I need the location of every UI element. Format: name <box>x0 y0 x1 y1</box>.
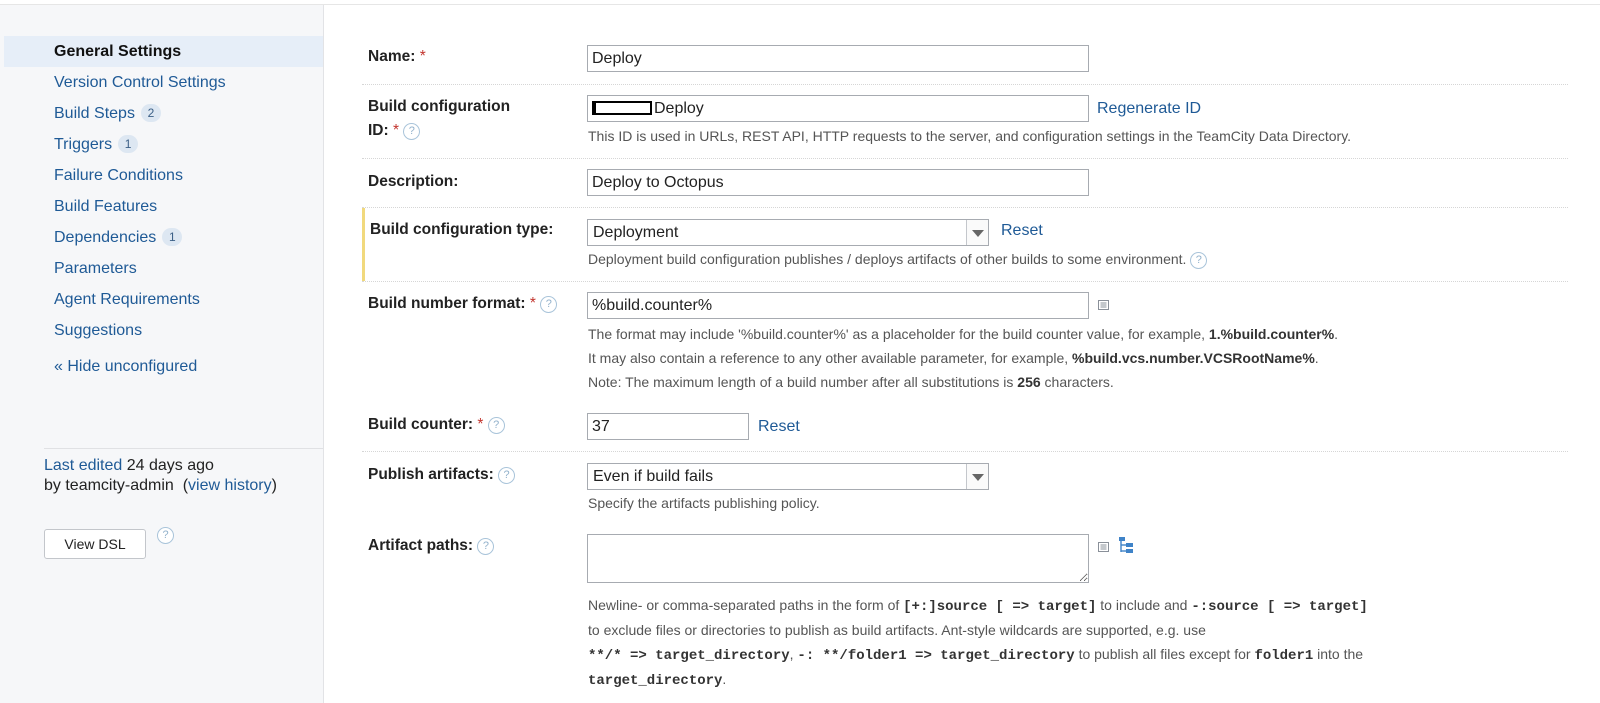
reset-type-link[interactable]: Reset <box>1001 219 1043 243</box>
description-row: Description: <box>362 159 1568 208</box>
close-paren: ) <box>271 477 277 494</box>
sidebar-item-label: Parameters <box>54 260 137 277</box>
config-type-note: Deployment build configuration publishes… <box>588 247 1208 271</box>
description-input[interactable] <box>587 169 1089 196</box>
artifact-paths-row: Artifact paths: ? Newline- or comma-sepa… <box>362 523 1568 703</box>
build-number-note-1: The format may include '%build.counter%'… <box>588 326 1339 342</box>
last-edited-time: 24 days ago <box>126 457 214 474</box>
list-icon[interactable] <box>1098 300 1109 310</box>
required-marker: * <box>392 122 400 139</box>
build-id-note: This ID is used in URLs, REST API, HTTP … <box>588 128 1352 144</box>
sidebar-item-suggestions[interactable]: Suggestions <box>4 315 323 346</box>
sidebar-item-label: Dependencies <box>54 229 157 246</box>
count-badge: 1 <box>162 228 183 246</box>
artifact-paths-textarea[interactable] <box>587 534 1089 583</box>
publish-artifacts-select[interactable]: Even if build fails <box>587 463 989 490</box>
sidebar-item-triggers[interactable]: Triggers 1 <box>4 129 323 160</box>
sidebar-item-label: Version Control Settings <box>54 74 226 91</box>
publish-artifacts-note: Specify the artifacts publishing policy. <box>588 495 820 511</box>
artifact-paths-note-3: **/* => target_directory, -: **/folder1 … <box>588 646 1364 664</box>
required-marker: * <box>477 416 484 433</box>
sidebar-item-dependencies[interactable]: Dependencies 1 <box>4 222 323 253</box>
publish-artifacts-row: Publish artifacts: ? Even if build fails… <box>362 452 1568 522</box>
artifact-paths-note-1: Newline- or comma-separated paths in the… <box>588 597 1368 615</box>
chevron-down-icon <box>966 220 988 245</box>
edited-by: by teamcity-admin <box>44 477 174 494</box>
artifact-paths-note-2: to exclude files or directories to publi… <box>588 622 1206 638</box>
sidebar-item-failure-conditions[interactable]: Failure Conditions <box>4 160 323 191</box>
name-label: Name: * <box>368 48 426 65</box>
build-number-input[interactable] <box>587 292 1089 319</box>
count-badge: 2 <box>140 104 161 122</box>
file-tree-icon[interactable] <box>1118 536 1135 555</box>
sidebar-item-label: General Settings <box>54 43 182 60</box>
name-input[interactable] <box>587 45 1089 72</box>
last-edited-info: Last edited 24 days ago by teamcity-admi… <box>44 456 277 496</box>
build-number-label: Build number format: * ? <box>368 292 558 316</box>
required-marker: * <box>529 295 536 312</box>
sidebar-item-agent-requirements[interactable]: Agent Requirements <box>4 284 323 315</box>
sidebar-item-label: Triggers <box>54 136 113 153</box>
help-icon[interactable]: ? <box>498 467 516 484</box>
build-id-input[interactable]: Deploy <box>587 95 1089 122</box>
view-dsl-button[interactable]: View DSL <box>44 529 146 559</box>
required-marker: * <box>419 48 426 65</box>
build-number-row: Build number format: * ? The format may … <box>362 282 1568 402</box>
last-edited-link[interactable]: Last edited <box>44 457 122 474</box>
build-id-label: Build configuration ID: * ? <box>368 98 511 140</box>
build-number-note-2: It may also contain a reference to any o… <box>588 350 1319 366</box>
chevron-down-icon <box>966 464 988 489</box>
sidebar-item-general-settings[interactable]: General Settings <box>4 36 323 67</box>
sidebar-item-label: Failure Conditions <box>54 167 183 184</box>
count-badge: 1 <box>118 135 139 153</box>
build-counter-row: Build counter: * ? Reset <box>362 403 1568 452</box>
config-type-row: Build configuration type: Deployment Res… <box>362 208 1568 282</box>
hide-unconfigured-link[interactable]: « Hide unconfigured <box>54 358 197 376</box>
help-icon[interactable]: ? <box>1190 252 1208 269</box>
help-icon[interactable]: ? <box>487 417 505 434</box>
build-id-value: Deploy <box>654 100 704 117</box>
help-icon[interactable]: ? <box>477 538 495 555</box>
select-value: Deployment <box>593 224 679 241</box>
config-type-select[interactable]: Deployment <box>587 219 989 246</box>
sidebar-nav: General Settings Version Control Setting… <box>4 36 323 346</box>
config-type-label: Build configuration type: <box>370 221 554 238</box>
name-row: Name: * <box>362 35 1568 85</box>
sidebar-item-build-steps[interactable]: Build Steps 2 <box>4 98 323 129</box>
list-icon[interactable] <box>1098 542 1109 552</box>
sidebar-divider <box>44 448 323 449</box>
sidebar-item-build-features[interactable]: Build Features <box>4 191 323 222</box>
redacted-block <box>592 101 652 115</box>
settings-form: Name: * Build configuration ID: * ? Depl… <box>324 5 1600 703</box>
help-icon[interactable]: ? <box>157 527 174 544</box>
help-icon[interactable]: ? <box>540 296 558 313</box>
publish-artifacts-label: Publish artifacts: ? <box>368 463 516 487</box>
reset-counter-link[interactable]: Reset <box>758 415 800 439</box>
changed-highlight <box>362 208 365 281</box>
sidebar-item-label: Build Features <box>54 198 158 215</box>
sidebar-item-parameters[interactable]: Parameters <box>4 253 323 284</box>
artifact-paths-label: Artifact paths: ? <box>368 534 495 558</box>
sidebar-item-label: Build Steps <box>54 105 135 122</box>
build-number-note-3: Note: The maximum length of a build numb… <box>588 374 1114 390</box>
build-id-row: Build configuration ID: * ? Deploy Regen… <box>362 85 1568 159</box>
sidebar-item-label: Suggestions <box>54 322 143 339</box>
artifact-paths-note-4: target_directory. <box>588 671 727 689</box>
sidebar-item-version-control-settings[interactable]: Version Control Settings <box>4 67 323 98</box>
sidebar-item-label: Agent Requirements <box>54 291 200 308</box>
regenerate-id-link[interactable]: Regenerate ID <box>1097 97 1201 121</box>
sidebar: General Settings Version Control Setting… <box>0 5 324 703</box>
view-history-link[interactable]: view history <box>188 477 272 494</box>
select-value: Even if build fails <box>593 468 714 485</box>
build-counter-label: Build counter: * ? <box>368 413 505 437</box>
build-counter-input[interactable] <box>587 413 749 440</box>
help-icon[interactable]: ? <box>403 123 421 140</box>
description-label: Description: <box>368 173 459 190</box>
